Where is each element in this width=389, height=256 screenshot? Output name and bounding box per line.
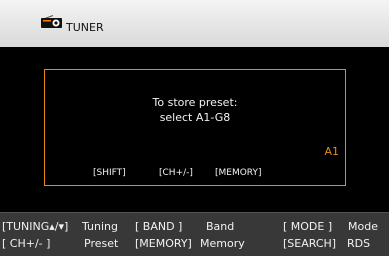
dialog-line-2: select A1-G8 xyxy=(159,111,231,124)
memory-key[interactable]: [MEMORY] xyxy=(135,237,192,250)
header-bar: TUNER xyxy=(0,0,389,47)
dialog-message: To store preset: select A1-G8 xyxy=(45,95,345,125)
tuning-label: Tuning xyxy=(82,220,119,233)
radio-icon xyxy=(41,15,62,28)
tuning-key[interactable]: [TUNING▴/▾] xyxy=(2,220,68,233)
ch-key-hint[interactable]: [CH+/-] xyxy=(159,168,193,179)
search-key[interactable]: [SEARCH] xyxy=(283,237,336,250)
mode-key[interactable]: [ MODE ] xyxy=(283,220,332,233)
band-label: Band xyxy=(206,220,235,233)
store-preset-dialog: To store preset: select A1-G8 A1 [SHIFT]… xyxy=(44,69,346,186)
preset-label: Preset xyxy=(84,237,119,250)
mode-label: Mode xyxy=(348,220,378,233)
page-title: TUNER xyxy=(66,21,104,34)
tuner-screen: TUNER To store preset: select A1-G8 A1 [… xyxy=(0,0,389,256)
memory-key-hint[interactable]: [MEMORY] xyxy=(215,168,262,179)
memory-label: Memory xyxy=(200,237,245,250)
band-key[interactable]: [ BAND ] xyxy=(135,220,182,233)
dialog-line-1: To store preset: xyxy=(152,96,238,109)
rds-label: RDS xyxy=(347,237,371,250)
shift-key-hint[interactable]: [SHIFT] xyxy=(93,168,126,179)
key-guide-footer: [TUNING▴/▾] Tuning [ BAND ] Band [ MODE … xyxy=(0,212,389,256)
selected-preset: A1 xyxy=(324,145,339,158)
ch-key[interactable]: [ CH+/- ] xyxy=(2,237,50,250)
